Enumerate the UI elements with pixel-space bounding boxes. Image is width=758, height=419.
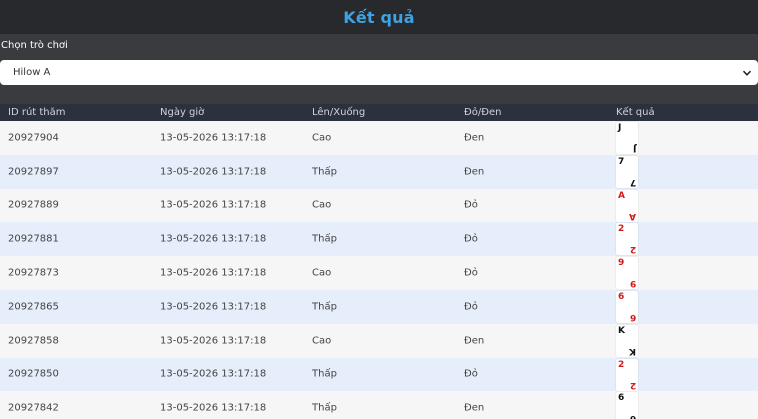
table-row: 20927897 13-05-2026 13:17:18 Thấp Đen 7 7 <box>0 154 758 189</box>
cell-id: 20927881 <box>8 233 59 245</box>
column-header-result: Kết quả <box>616 107 655 118</box>
table-row: 20927904 13-05-2026 13:17:18 Cao Đen J J <box>0 121 758 155</box>
card-rank: 7 <box>618 156 625 167</box>
chevron-down-icon <box>742 70 752 76</box>
table-row: 20927873 13-05-2026 13:17:18 Cao Đỏ 9 9 <box>0 256 758 290</box>
cell-id: 20927842 <box>8 402 59 414</box>
cell-color: Đen <box>464 335 485 347</box>
cell-updown: Cao <box>312 335 332 347</box>
cell-id: 20927850 <box>8 368 59 380</box>
results-table: ID rút thăm Ngày giờ Lên/Xuống Đỏ/Đen Kế… <box>0 104 758 419</box>
column-header-color: Đỏ/Đen <box>464 107 502 118</box>
cell-id: 20927904 <box>8 132 59 144</box>
playing-card: KK <box>616 324 638 357</box>
card-rank: 6 <box>629 413 636 419</box>
card-rank: 7 <box>629 176 636 187</box>
game-select-label: Chọn trò chơi <box>1 40 68 51</box>
column-header-updown: Lên/Xuống <box>312 107 366 118</box>
cell-updown: Cao <box>312 132 332 144</box>
cell-color: Đỏ <box>464 199 478 211</box>
cell-color: Đỏ <box>464 301 478 313</box>
card-rank: 6 <box>618 291 625 302</box>
card-rank: 9 <box>629 278 636 289</box>
cell-datetime: 13-05-2026 13:17:18 <box>160 166 267 178</box>
cell-color: Đỏ <box>464 267 478 279</box>
table-row: 20927889 13-05-2026 13:17:18 Cao Đỏ A A <box>0 188 758 223</box>
cell-datetime: 13-05-2026 13:17:18 <box>160 267 267 279</box>
cell-updown: Thấp <box>312 233 337 245</box>
column-header-id: ID rút thăm <box>8 107 66 118</box>
cell-id: 20927873 <box>8 267 59 279</box>
playing-card: JJ <box>616 122 638 154</box>
card-rank: A <box>618 190 625 201</box>
playing-card: 66 <box>616 392 638 419</box>
cell-datetime: 13-05-2026 13:17:18 <box>160 335 267 347</box>
cell-datetime: 13-05-2026 13:17:18 <box>160 132 267 144</box>
card-rank: J <box>632 143 636 153</box>
card-rank: K <box>618 325 625 336</box>
cell-id: 20927889 <box>8 199 59 211</box>
cell-id: 20927897 <box>8 166 59 178</box>
card-rank: K <box>629 345 636 356</box>
card-rank: 2 <box>629 379 636 390</box>
table-row: 20927858 13-05-2026 13:17:18 Cao Đen K K <box>0 323 758 358</box>
cell-updown: Cao <box>312 199 332 211</box>
table-row: 20927850 13-05-2026 13:17:18 Thấp Đỏ 2 2 <box>0 357 758 392</box>
card-rank: J <box>618 123 622 133</box>
table-body: 20927904 13-05-2026 13:17:18 Cao Đen J J 20927… <box>0 121 758 419</box>
cell-datetime: 13-05-2026 13:17:18 <box>160 199 267 211</box>
playing-card: 99 <box>616 257 638 290</box>
card-rank: 9 <box>618 258 625 269</box>
cell-updown: Thấp <box>312 368 337 380</box>
playing-card: 77 <box>616 155 638 188</box>
filter-panel: Chọn trò chơi Hilow A <box>0 34 758 104</box>
page-header: Kết quả <box>0 0 758 34</box>
cell-id: 20927865 <box>8 301 59 313</box>
playing-card: 22 <box>616 358 638 391</box>
playing-card: 22 <box>616 223 638 256</box>
card-rank: 6 <box>629 311 636 322</box>
page-title: Kết quả <box>343 7 415 27</box>
cell-id: 20927858 <box>8 335 59 347</box>
cell-datetime: 13-05-2026 13:17:18 <box>160 301 267 313</box>
cell-datetime: 13-05-2026 13:17:18 <box>160 402 267 414</box>
cell-datetime: 13-05-2026 13:17:18 <box>160 368 267 380</box>
cell-updown: Cao <box>312 267 332 279</box>
card-rank: 2 <box>618 224 625 235</box>
cell-updown: Thấp <box>312 402 337 414</box>
cell-datetime: 13-05-2026 13:17:18 <box>160 233 267 245</box>
column-header-datetime: Ngày giờ <box>160 107 205 118</box>
card-rank: 2 <box>629 244 636 255</box>
table-row: 20927842 13-05-2026 13:17:18 Thấp Đen 6 6 <box>0 391 758 419</box>
cell-color: Đen <box>464 166 485 178</box>
cell-color: Đỏ <box>464 368 478 380</box>
cell-color: Đen <box>464 132 485 144</box>
cell-updown: Thấp <box>312 166 337 178</box>
table-header: ID rút thăm Ngày giờ Lên/Xuống Đỏ/Đen Kế… <box>0 104 758 121</box>
card-rank: 2 <box>618 359 625 370</box>
playing-card: AA <box>616 189 638 222</box>
game-select[interactable]: Hilow A <box>0 60 758 85</box>
cell-color: Đen <box>464 402 485 414</box>
table-row: 20927865 13-05-2026 13:17:18 Thấp Đỏ 6 6 <box>0 289 758 324</box>
cell-color: Đỏ <box>464 233 478 245</box>
cell-updown: Thấp <box>312 301 337 313</box>
card-rank: A <box>629 210 636 221</box>
table-row: 20927881 13-05-2026 13:17:18 Thấp Đỏ 2 2 <box>0 222 758 257</box>
playing-card: 66 <box>616 290 638 323</box>
game-select-value: Hilow A <box>13 67 51 78</box>
card-rank: 6 <box>618 393 625 404</box>
